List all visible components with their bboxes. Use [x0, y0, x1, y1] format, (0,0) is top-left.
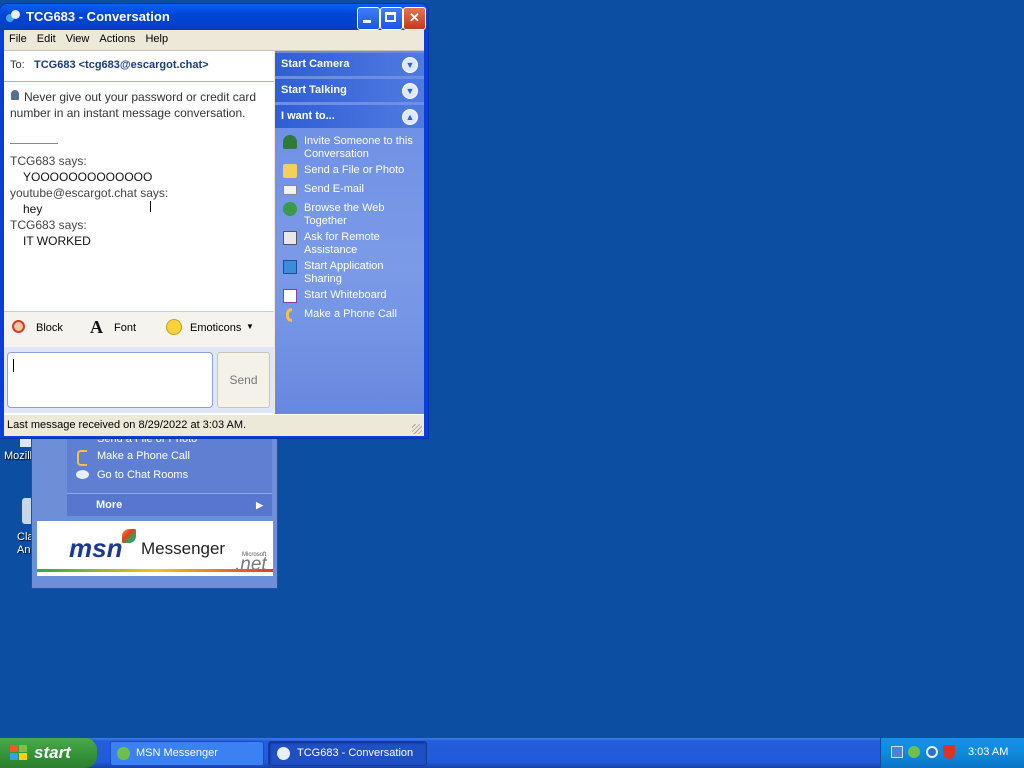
shield-icon[interactable] [943, 745, 955, 759]
taskbar-button-conversation[interactable]: TCG683 - Conversation [268, 741, 427, 766]
logo-stripe [37, 569, 273, 572]
message-sender: TCG683 says: [10, 218, 87, 232]
message-sender: youtube@escargot.chat says: [10, 186, 169, 200]
status-bar: Last message received on 8/29/2022 at 3:… [4, 414, 424, 436]
to-contact[interactable]: TCG683 <tcg683@escargot.chat> [34, 59, 209, 71]
to-label: To: [10, 59, 25, 71]
window-content: To: TCG683 <tcg683@escargot.chat> Never … [4, 51, 424, 414]
more-button[interactable]: More ▶ [67, 493, 272, 516]
action-app-sharing[interactable]: Start Application Sharing [283, 260, 421, 286]
messenger-icon [6, 10, 20, 23]
network-icon[interactable] [891, 746, 903, 758]
action-remote-assistance[interactable]: Ask for Remote Assistance [283, 231, 421, 257]
menu-help[interactable]: Help [140, 30, 173, 48]
close-button[interactable]: ✕ [403, 7, 426, 30]
start-label: start [34, 743, 71, 762]
desktop-icon-mozilla[interactable]: Mozill [2, 437, 32, 467]
desktop-icon-label: Mozill [4, 450, 33, 462]
message-text: IT WORKED [23, 234, 91, 248]
messenger-main-window: Send a File or Photo Make a Phone Call G… [31, 425, 278, 589]
dropdown-arrow-icon: ▼ [246, 322, 254, 331]
compose-area: Send [4, 347, 274, 413]
clock: 3:03 AM [968, 746, 1009, 758]
action-send-file[interactable]: Send a File or Photo [283, 164, 421, 178]
message-input[interactable] [7, 352, 213, 408]
envelope-icon [283, 185, 297, 195]
format-toolbar: Block A Font Emoticons ▼ [4, 311, 274, 348]
chat-icon [76, 470, 89, 479]
status-text: Last message received on 8/29/2022 at 3:… [7, 419, 247, 431]
security-icon[interactable] [926, 746, 938, 758]
chevron-right-icon: ▶ [256, 500, 263, 510]
action-phone-call[interactable]: Make a Phone Call [283, 308, 421, 322]
task-chat-rooms[interactable]: Go to Chat Rooms [67, 466, 297, 484]
messenger-tray-icon[interactable] [908, 746, 920, 758]
i-want-to-header[interactable]: I want to... ▲ [275, 105, 424, 128]
phone-icon [77, 450, 87, 466]
message-text: hey [23, 202, 43, 216]
maximize-button[interactable] [380, 7, 403, 30]
collapse-icon: ▲ [402, 109, 418, 125]
conversation-history[interactable]: Never give out your password or credit c… [4, 82, 274, 310]
window-title: TCG683 - Conversation [26, 9, 170, 24]
menu-file[interactable]: File [4, 30, 32, 48]
msn-messenger-logo: msn Messenger Microsoft .net [37, 521, 273, 576]
whiteboard-icon [283, 289, 297, 303]
start-camera-button[interactable]: Start Camera ▼ [275, 53, 424, 76]
menu-edit[interactable]: Edit [32, 30, 61, 48]
smiley-icon [166, 319, 182, 335]
to-bar: To: TCG683 <tcg683@escargot.chat> [4, 51, 274, 82]
resize-grip-icon[interactable] [412, 424, 422, 434]
menu-view[interactable]: View [61, 30, 95, 48]
caret [13, 359, 14, 372]
phone-icon [286, 308, 292, 322]
message-sender: TCG683 says: [10, 154, 87, 168]
conversation-icon [277, 747, 290, 760]
taskbar-button-messenger[interactable]: MSN Messenger [110, 741, 264, 766]
task-phone-call[interactable]: Make a Phone Call [67, 447, 297, 466]
action-browse-web[interactable]: Browse the Web Together [283, 202, 421, 228]
text-cursor-icon [150, 201, 151, 212]
minimize-button[interactable] [357, 7, 380, 30]
menu-bar: File Edit View Actions Help [4, 30, 424, 51]
taskbar: start MSN Messenger TCG683 - Conversatio… [0, 738, 1024, 768]
windows-logo-icon [10, 745, 28, 762]
activity-panel: Start Camera ▼ Start Talking ▼ I want to… [275, 51, 424, 414]
assistance-icon [283, 231, 297, 245]
block-icon [12, 320, 25, 333]
start-talking-button[interactable]: Start Talking ▼ [275, 79, 424, 102]
divider [10, 143, 58, 144]
expand-icon: ▼ [402, 83, 418, 99]
minimize-icon [363, 20, 371, 23]
butterfly-icon [122, 529, 136, 543]
action-invite[interactable]: Invite Someone to this Conversation [283, 135, 421, 161]
menu-actions[interactable]: Actions [94, 30, 140, 48]
close-icon: ✕ [409, 10, 420, 25]
messenger-icon [117, 747, 130, 760]
system-tray: 3:03 AM [880, 738, 1024, 768]
title-bar[interactable]: TCG683 - Conversation ✕ [0, 4, 428, 30]
folder-icon [283, 164, 297, 178]
globe-icon [283, 202, 297, 216]
message-text: YOOOOOOOOOOOOO [23, 170, 153, 184]
desktop-icon-label: An [17, 544, 31, 556]
send-button[interactable]: Send [217, 352, 270, 408]
invite-icon [283, 135, 297, 149]
font-icon: A [90, 317, 103, 337]
expand-icon: ▼ [402, 57, 418, 73]
security-warning: Never give out your password or credit c… [10, 90, 257, 120]
action-whiteboard[interactable]: Start Whiteboard [283, 289, 421, 303]
conversation-window: TCG683 - Conversation ✕ File Edit View Acti… [0, 4, 428, 438]
sharing-icon [283, 260, 297, 274]
start-button[interactable]: start [0, 738, 97, 768]
chat-pane: To: TCG683 <tcg683@escargot.chat> Never … [4, 51, 274, 414]
maximize-icon [385, 12, 396, 22]
action-send-email[interactable]: Send E-mail [283, 183, 421, 196]
